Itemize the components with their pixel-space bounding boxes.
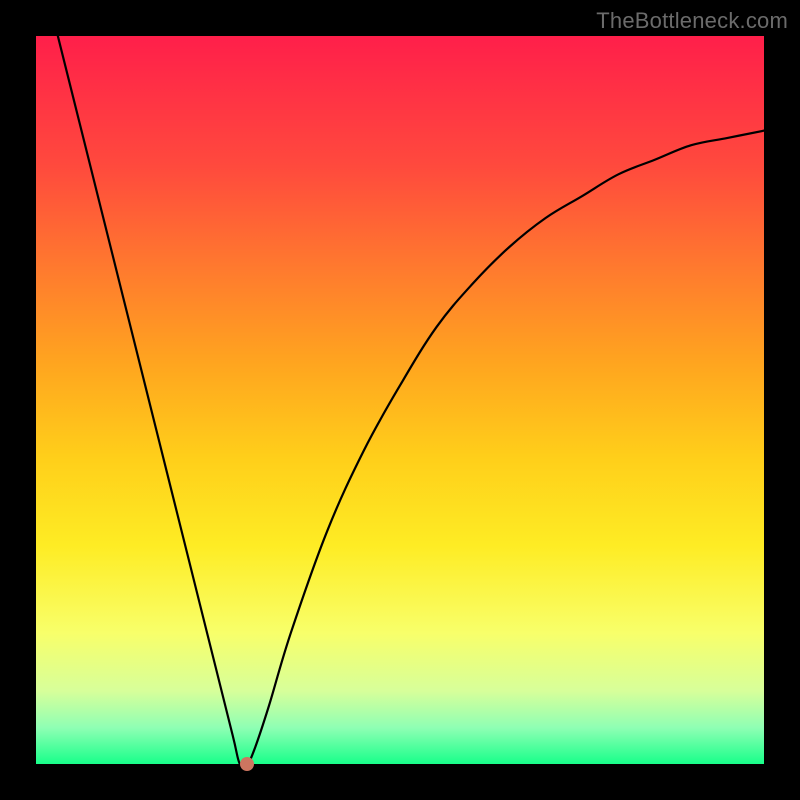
bottleneck-curve <box>36 36 764 764</box>
chart-frame: TheBottleneck.com <box>0 0 800 800</box>
minimum-point-marker <box>240 757 254 771</box>
plot-area <box>36 36 764 764</box>
watermark-label: TheBottleneck.com <box>596 8 788 34</box>
